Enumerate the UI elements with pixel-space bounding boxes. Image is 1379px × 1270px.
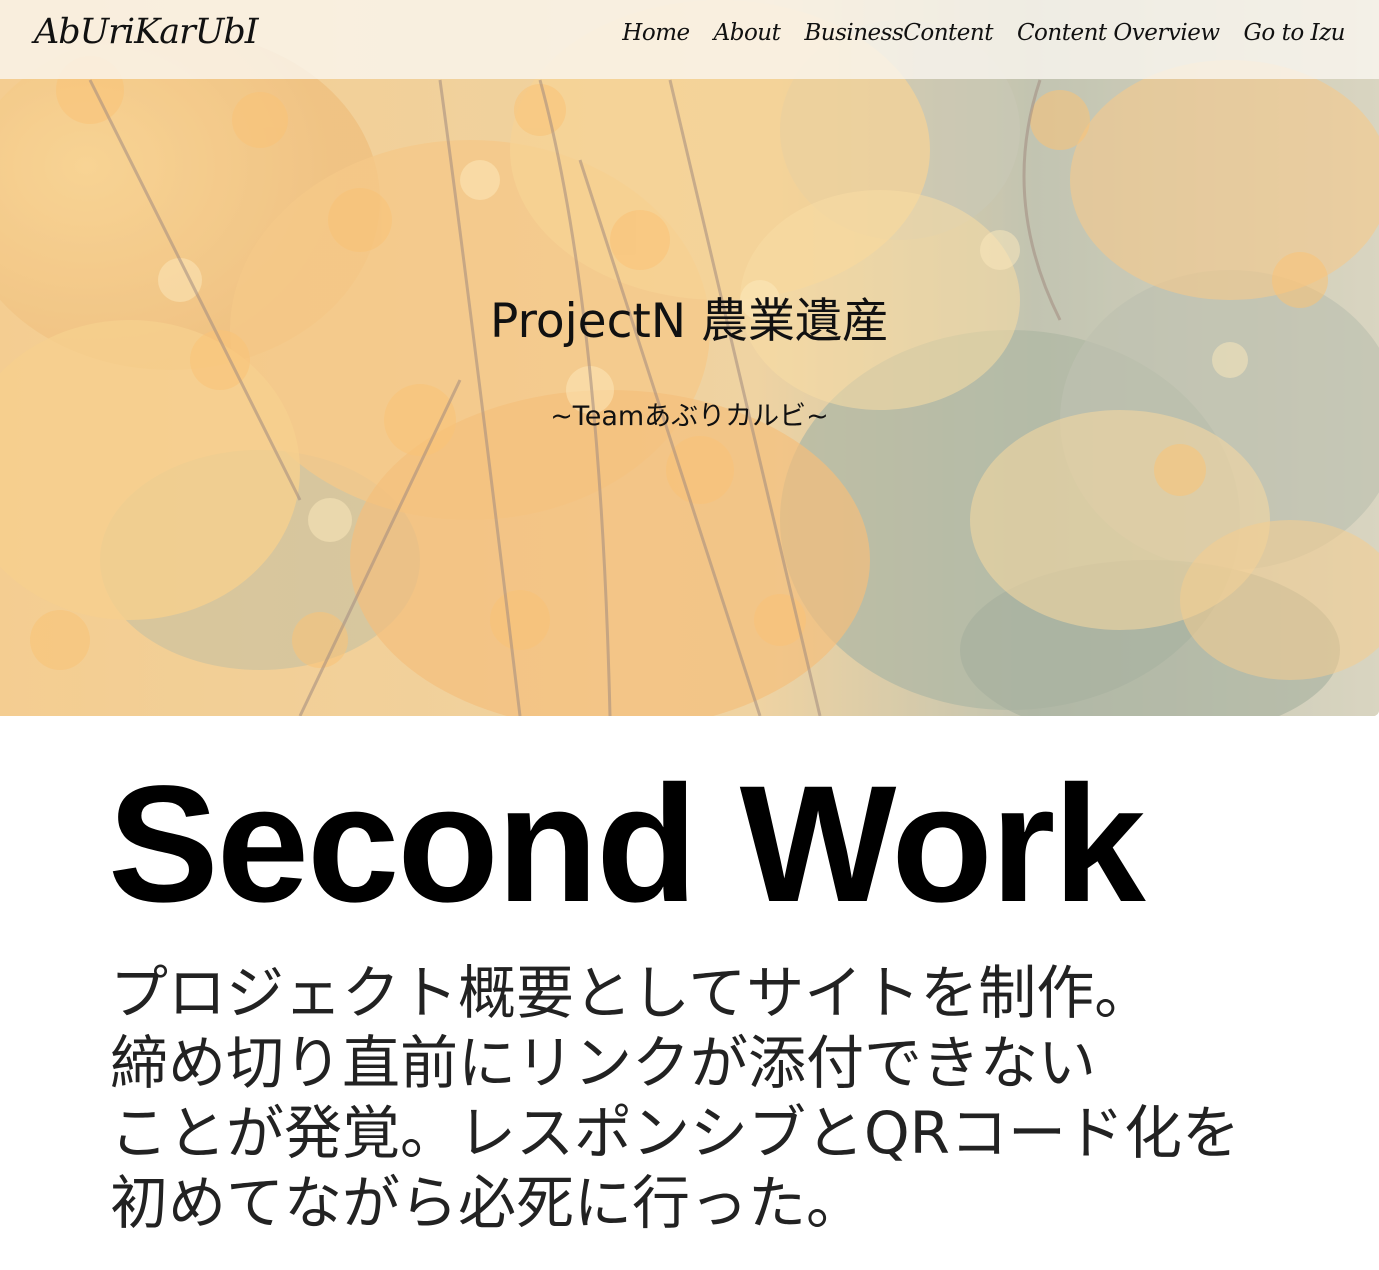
description-line: ことが発覚。レスポンシブとQRコード化を: [110, 1099, 1240, 1167]
nav-link-business-content[interactable]: BusinessContent: [804, 20, 993, 46]
hero-banner: ProjectN 農業遺産 ~Teamあぶりカルビ~: [0, 0, 1379, 716]
nav-link-content-overview[interactable]: Content Overview: [1017, 20, 1220, 46]
description-line: 締め切り直前にリンクが添付できない: [110, 1029, 1097, 1097]
nav-link-about[interactable]: About: [714, 20, 781, 46]
description-line: プロジェクト概要としてサイトを制作。: [110, 959, 1153, 1027]
hero-subtitle: ~Teamあぶりカルビ~: [550, 401, 829, 432]
nav-link-home[interactable]: Home: [622, 20, 690, 46]
section-description: プロジェクト概要としてサイトを制作。 締め切り直前にリンクが添付できない ことが…: [110, 958, 1350, 1238]
hero-title: ProjectN 農業遺産: [490, 294, 889, 349]
hero-overlay: [0, 0, 1379, 716]
description-line: 初めてながら必死に行った。: [110, 1169, 865, 1237]
brand-logo[interactable]: AbUriKarUbI: [34, 12, 259, 52]
nav-links: Home About BusinessContent Content Overv…: [622, 20, 1345, 46]
top-navbar: AbUriKarUbI Home About BusinessContent C…: [0, 0, 1379, 79]
section-heading: Second Work: [108, 752, 1146, 937]
nav-link-go-to-izu[interactable]: Go to Izu: [1244, 20, 1346, 46]
